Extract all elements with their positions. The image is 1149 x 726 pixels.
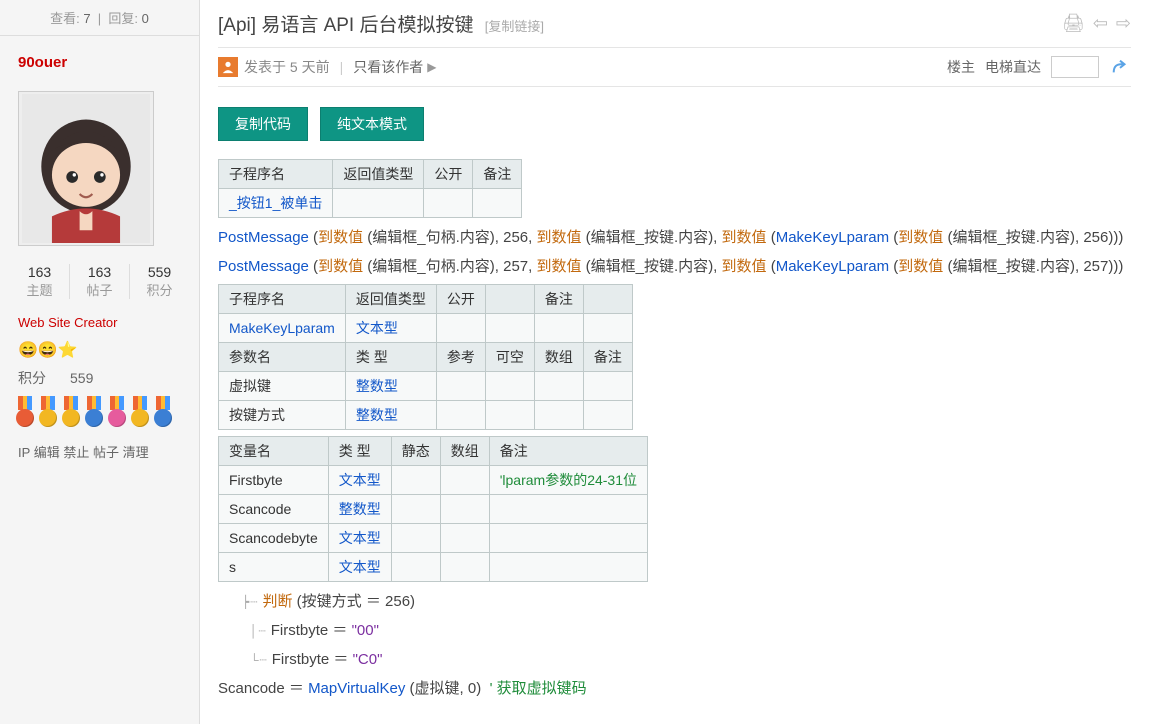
avatar[interactable] <box>18 91 154 246</box>
posted-time: 发表于 5 天前 <box>244 57 330 77</box>
page-title: [Api] 易语言 API 后台模拟按键 [复制链接] <box>218 10 544 37</box>
plain-mode-button[interactable]: 纯文本模式 <box>320 107 424 141</box>
thread-stats: 查看: 7 | 回复: 0 <box>0 0 199 36</box>
subroutine-table-2: 子程序名返回值类型公开备注 MakeKeyLparam文本型 参数名类 型参考可… <box>218 284 633 430</box>
code-line: PostMessage (到数值 (编辑框_句柄.内容), 257, 到数值 (… <box>218 253 1131 280</box>
next-icon[interactable]: ⇨ <box>1116 13 1131 34</box>
code-line: │┈Firstbyte ＝ "00" <box>218 617 1131 644</box>
floor-input[interactable] <box>1051 56 1099 78</box>
author-username[interactable]: 90ouer <box>0 36 199 81</box>
variable-table: 变量名类 型静态数组备注Firstbyte文本型'lparam参数的24-31位… <box>218 436 648 582</box>
copy-link[interactable]: [复制链接] <box>485 19 544 34</box>
print-icon[interactable]: 🖨 <box>1062 13 1085 34</box>
rank-icons: 😄😄⭐ <box>0 336 199 364</box>
author-role: Web Site Creator <box>0 309 199 336</box>
code-line: PostMessage (到数值 (编辑框_句柄.内容), 256, 到数值 (… <box>218 224 1131 251</box>
code-line: Scancode ＝ MapVirtualKey (虚拟键, 0) ' 获取虚拟… <box>218 675 1131 702</box>
medals <box>0 392 199 432</box>
mod-links: IP 编辑 禁止 帖子 清理 <box>0 432 199 471</box>
ip-link[interactable]: IP <box>18 445 30 460</box>
copy-code-button[interactable]: 复制代码 <box>218 107 308 141</box>
score-line: 积分559 <box>0 364 199 392</box>
edit-link[interactable]: 编辑 <box>34 445 60 460</box>
author-badge-icon <box>218 57 238 77</box>
only-author-link[interactable]: 只看该作者 <box>353 57 423 77</box>
floor-label: 楼主 <box>947 57 975 77</box>
cleanup-link[interactable]: 清理 <box>123 445 149 460</box>
subroutine-table-1: 子程序名返回值类型公开备注 _按钮1_被单击 <box>218 159 522 218</box>
jump-icon[interactable] <box>1109 56 1131 78</box>
caret-right-icon: ▶ <box>427 60 436 74</box>
code-line: ┝┈判断 (按键方式 ＝ 256) <box>218 588 1131 615</box>
code-line: └┈Firstbyte ＝ "C0" <box>218 646 1131 673</box>
posts-link[interactable]: 帖子 <box>93 445 119 460</box>
ban-link[interactable]: 禁止 <box>63 445 89 460</box>
prev-icon[interactable]: ⇦ <box>1093 13 1108 34</box>
author-stats: 163主题 163帖子 559积分 <box>0 260 199 309</box>
elevator-label: 电梯直达 <box>985 57 1041 77</box>
